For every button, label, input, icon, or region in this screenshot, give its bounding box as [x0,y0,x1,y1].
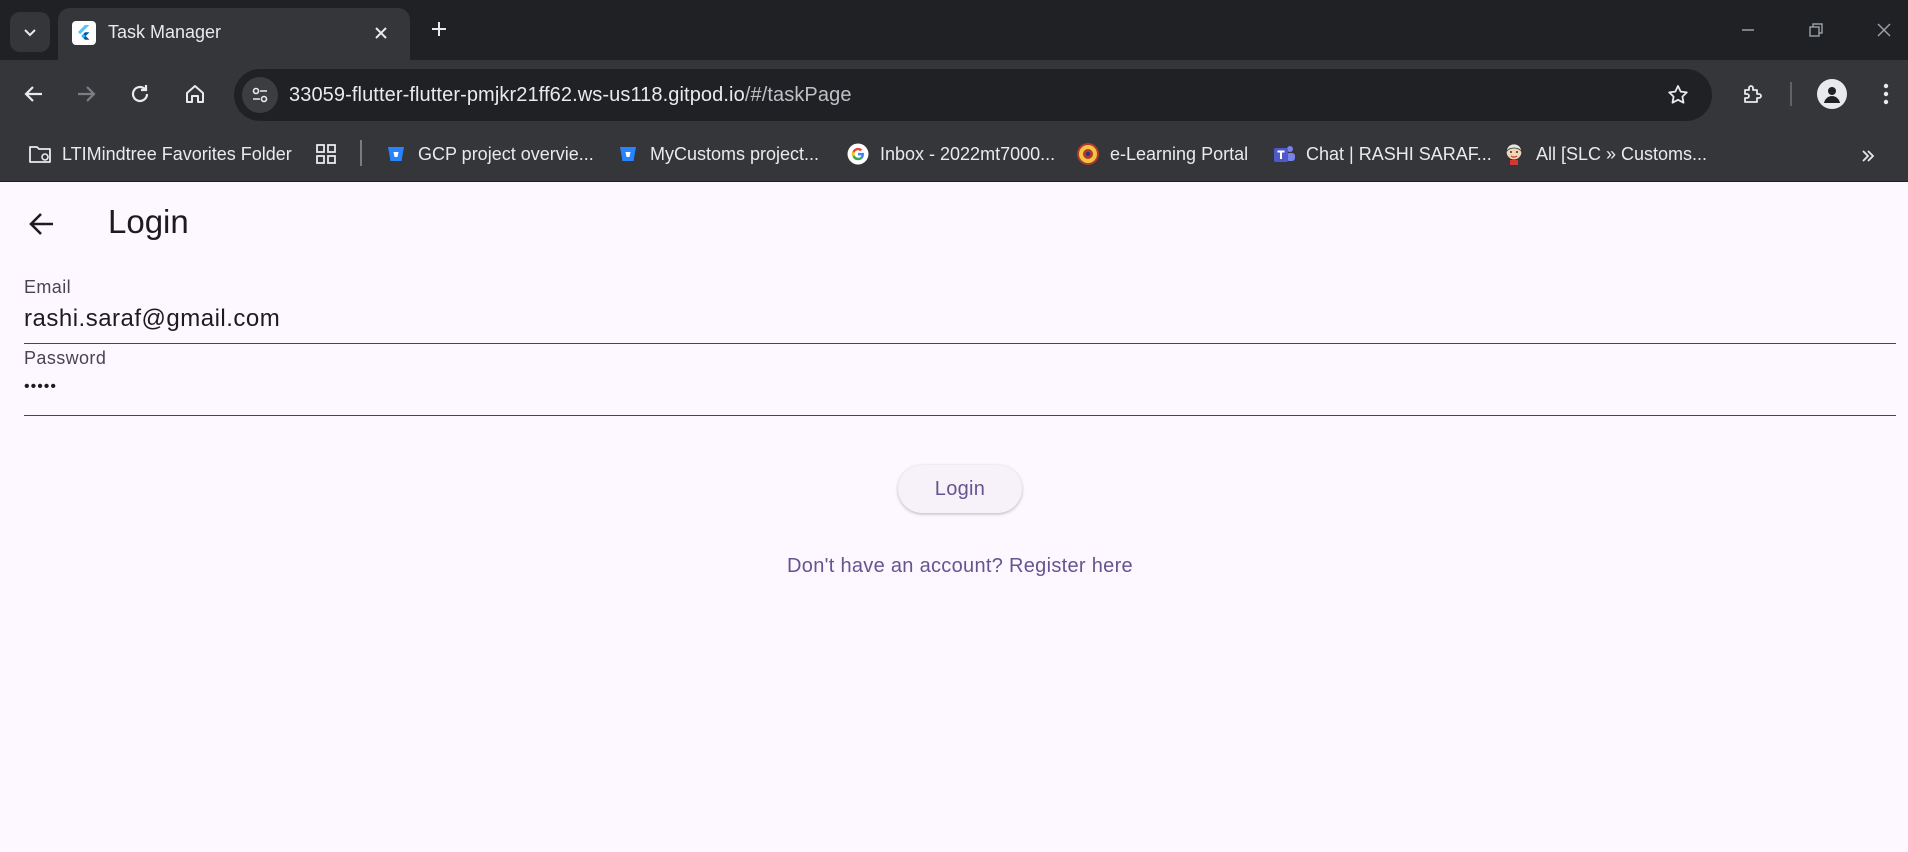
close-icon [1877,23,1891,37]
apps-grid-icon [314,142,338,166]
menu-button[interactable] [1866,74,1906,114]
apps-button[interactable] [314,138,338,170]
new-tab-button[interactable] [424,14,454,44]
more-vert-icon [1883,83,1889,105]
flutter-icon [72,21,96,45]
bookmark-label: MyCustoms project... [650,143,820,164]
bookmark-label: All [SLC » Customs... [1536,143,1708,164]
bookmark-label: e-Learning Portal [1110,143,1249,164]
bookmark-item[interactable]: e-Learning Portal [1076,138,1248,170]
site-info-button[interactable] [242,77,278,113]
login-button[interactable]: Login [898,465,1022,513]
restore-button[interactable] [1796,10,1836,50]
bookmark-item[interactable]: LTIMindtree Favorites Folder [28,138,292,170]
plus-icon [432,22,446,36]
email-field[interactable]: Email rashi.saraf@gmail.com [24,239,1896,344]
extensions-button[interactable] [1733,74,1773,114]
toolbar-divider [1790,82,1792,106]
bookmark-label: GCP project overvie... [418,143,594,164]
bookmarks-bar: LTIMindtree Favorites Folder GCP project… [0,128,1908,182]
tab-close-button[interactable] [368,20,394,46]
minimize-button[interactable] [1728,10,1768,50]
email-input[interactable]: rashi.saraf@gmail.com [24,305,280,333]
close-icon [375,27,387,39]
arrow-left-icon [24,86,42,102]
url-host: 33059-flutter-flutter-pmjkr21ff62.ws-us1… [289,84,745,106]
tab-title: Task Manager [108,22,222,42]
register-link[interactable]: Don't have an account? Register here [0,555,1908,578]
bookmark-item[interactable]: All [SLC » Customs... [1502,138,1707,170]
reload-button[interactable] [120,74,160,114]
restore-icon [1809,23,1823,37]
close-window-button[interactable] [1864,10,1904,50]
back-button[interactable] [14,74,54,114]
password-input[interactable]: ••••• [24,378,57,396]
password-field[interactable]: Password ••••• [24,344,1896,416]
chevron-down-icon [24,29,36,37]
teams-icon [1272,142,1296,166]
bookmark-item[interactable]: Inbox - 2022mt7000... [846,138,1055,170]
home-button[interactable] [175,74,215,114]
avatar [1817,79,1847,109]
reload-icon [131,85,149,103]
bookmarks-divider [360,140,362,166]
folder-managed-icon [28,142,52,166]
bitbucket-icon [384,142,408,166]
puzzle-icon [1744,85,1762,103]
profile-button[interactable] [1812,74,1852,114]
arrow-right-icon [78,86,96,102]
google-icon [846,142,870,166]
bookmark-label: LTIMindtree Favorites Folder [62,143,292,164]
minimize-icon [1742,29,1754,31]
bookmark-item[interactable]: GCP project overvie... [384,138,594,170]
page-title: Login [108,203,189,240]
star-icon [1668,85,1688,104]
tab-search-button[interactable] [10,12,50,52]
bookmark-star-button[interactable] [1664,81,1692,109]
bookmark-label: Inbox - 2022mt7000... [880,143,1056,164]
bookmark-item[interactable]: Chat | RASHI SARAF... [1272,138,1492,170]
tab-strip: Task Manager [0,0,1908,60]
browser-toolbar: 33059-flutter-flutter-pmjkr21ff62.ws-us1… [0,60,1908,128]
emblem-icon [1076,142,1100,166]
double-chevron-right-icon [1862,150,1875,162]
tune-icon [252,87,268,103]
password-label: Password [24,348,107,368]
forward-button[interactable] [66,74,106,114]
bookmark-label: Chat | RASHI SARAF... [1306,143,1492,164]
person-icon [1824,87,1840,103]
bookmark-item[interactable]: MyCustoms project... [616,138,819,170]
jenkins-icon [1502,142,1526,166]
url-path: /#/taskPage [744,84,852,106]
url-text[interactable]: 33059-flutter-flutter-pmjkr21ff62.ws-us1… [289,84,852,107]
email-label: Email [24,277,72,297]
address-bar[interactable]: 33059-flutter-flutter-pmjkr21ff62.ws-us1… [234,69,1712,121]
bitbucket-icon [616,142,640,166]
bookmarks-overflow-button[interactable] [1852,140,1884,172]
app-page: Login Email rashi.saraf@gmail.com Passwo… [0,183,1908,852]
browser-tab[interactable]: Task Manager [58,8,410,60]
arrow-back-icon [29,213,53,235]
home-icon [186,85,204,103]
